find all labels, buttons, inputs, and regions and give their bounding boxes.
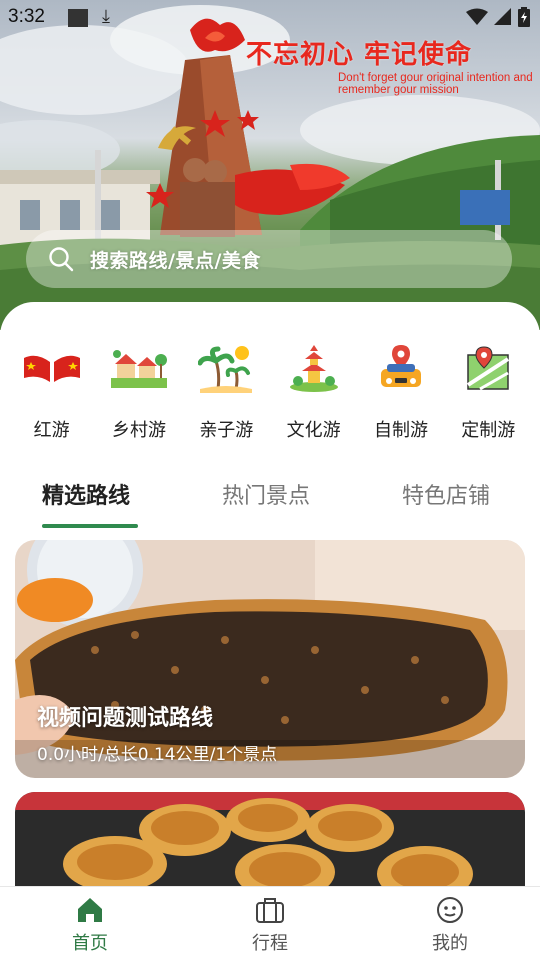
category-row: 红游 乡村游 亲子游 文化游 自制游 定制游 <box>8 340 532 450</box>
palm-beach-icon <box>196 340 256 396</box>
status-indicators <box>466 7 530 27</box>
category-family-tour[interactable]: 亲子游 <box>183 340 270 450</box>
category-label: 红游 <box>33 420 70 441</box>
search-bar[interactable]: 搜索路线/景点/美食 <box>26 230 512 288</box>
slogan-chinese: 不忘初心 牢记使命 <box>246 40 473 70</box>
category-custom-tour[interactable]: 定制游 <box>445 340 532 450</box>
battery-icon <box>518 7 530 27</box>
category-label: 亲子游 <box>199 420 254 441</box>
notification-icon <box>68 9 88 27</box>
main-content: 红游 乡村游 亲子游 文化游 自制游 定制游 精选路线 热门景点 特色店铺 视频… <box>0 302 540 912</box>
nav-mine[interactable]: 我的 <box>360 887 540 960</box>
car-pin-icon <box>371 340 431 396</box>
profile-face-icon <box>437 897 463 923</box>
category-self-made-tour[interactable]: 自制游 <box>357 340 444 450</box>
category-label: 定制游 <box>461 420 516 441</box>
route-summary: 0.0小时/总长0.14公里/1个景点 <box>37 745 278 765</box>
tab-popular-spots[interactable]: 热门景点 <box>222 478 310 510</box>
category-red-tour[interactable]: 红游 <box>8 340 95 450</box>
wifi-icon <box>466 8 488 25</box>
bottom-nav: 首页 行程 我的 <box>0 886 540 960</box>
pagoda-icon <box>284 340 344 396</box>
home-icon <box>78 898 102 922</box>
nav-home[interactable]: 首页 <box>0 887 180 960</box>
tab-featured-shops[interactable]: 特色店铺 <box>402 478 490 510</box>
tab-featured-routes[interactable]: 精选路线 <box>42 478 130 510</box>
content-tabs: 精选路线 热门景点 特色店铺 <box>0 478 540 532</box>
nav-label: 行程 <box>252 933 288 954</box>
nav-label: 首页 <box>72 933 108 954</box>
suitcase-icon <box>256 898 284 923</box>
nav-label: 我的 <box>432 933 468 954</box>
search-placeholder: 搜索路线/景点/美食 <box>90 249 261 272</box>
status-bar: 3:32 ⤓ <box>0 0 540 36</box>
nav-itinerary[interactable]: 行程 <box>180 887 360 960</box>
category-label: 文化游 <box>286 420 341 441</box>
search-icon <box>49 247 74 272</box>
slogan-english: Don't forget gour original intention and… <box>338 72 533 96</box>
category-village-tour[interactable]: 乡村游 <box>95 340 182 450</box>
map-pin-icon <box>458 340 518 396</box>
route-title: 视频问题测试路线 <box>37 706 214 731</box>
category-label: 乡村游 <box>111 420 166 441</box>
route-card[interactable]: 视频问题测试路线 0.0小时/总长0.14公里/1个景点 <box>15 540 525 778</box>
active-tab-indicator <box>42 524 138 528</box>
red-flags-icon <box>22 340 82 396</box>
status-time: 3:32 <box>8 6 45 27</box>
category-label: 自制游 <box>373 420 428 441</box>
village-icon <box>109 340 169 396</box>
download-icon: ⤓ <box>102 6 110 27</box>
signal-icon <box>494 8 511 25</box>
category-culture-tour[interactable]: 文化游 <box>270 340 357 450</box>
